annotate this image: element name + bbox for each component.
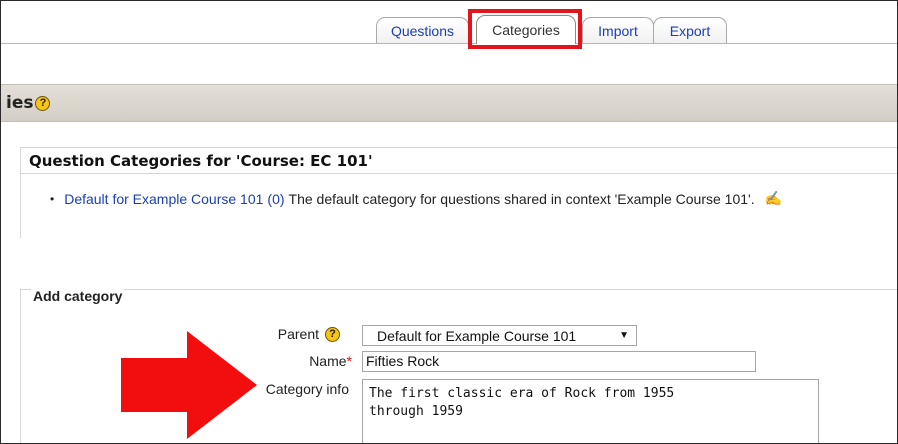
name-label-row: Name*: [309, 353, 352, 369]
bullet: •: [50, 191, 55, 206]
category-info-label: Category info: [265, 381, 349, 397]
tab-questions[interactable]: Questions: [376, 17, 469, 43]
category-description: The default category for questions share…: [288, 190, 755, 207]
list-item: • Default for Example Course 101 (0) The…: [50, 190, 782, 207]
page-heading-bar: ies ?: [1, 84, 897, 122]
categories-section: Question Categories for 'Course: EC 101'…: [20, 147, 897, 238]
tab-bar: Questions Categories Import Export: [1, 1, 897, 44]
parent-select[interactable]: Default for Example Course 101 ▼: [362, 325, 637, 346]
chevron-down-icon: ▼: [619, 330, 629, 341]
tab-baseline: [1, 43, 897, 44]
categories-section-title: Question Categories for 'Course: EC 101': [21, 148, 897, 174]
tab-export[interactable]: Export: [653, 17, 727, 43]
arrow-right-icon: [121, 331, 257, 439]
page-frame: Questions Categories Import Export ies ?…: [0, 0, 898, 444]
help-icon[interactable]: ?: [35, 95, 51, 111]
required-marker: *: [346, 353, 352, 369]
category-link[interactable]: Default for Example Course 101: [64, 191, 263, 207]
name-field[interactable]: Fifties Rock: [362, 351, 756, 372]
parent-label: Parent: [277, 326, 319, 342]
help-icon[interactable]: ?: [325, 326, 340, 342]
highlight-box: [468, 9, 582, 49]
parent-select-value: Default for Example Course 101: [377, 327, 577, 344]
tab-import[interactable]: Import: [582, 17, 654, 43]
add-category-legend: Add category: [31, 288, 125, 304]
edit-icon[interactable]: ✍: [765, 190, 782, 207]
parent-label-row: Parent ?: [278, 326, 340, 342]
category-info-textarea[interactable]: The first classic era of Rock from 1955 …: [362, 379, 819, 443]
category-count: (0): [267, 190, 285, 207]
page-title: ies: [6, 93, 34, 113]
name-label: Name: [309, 353, 347, 369]
